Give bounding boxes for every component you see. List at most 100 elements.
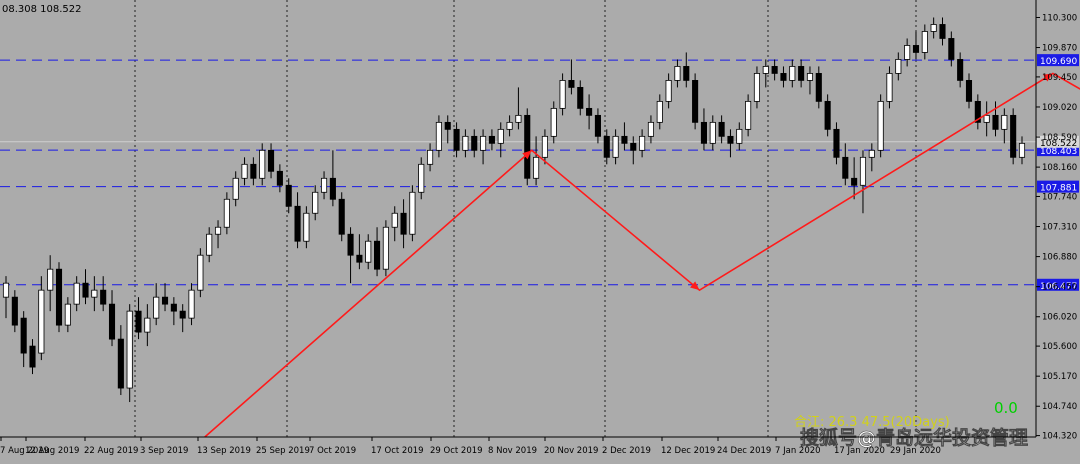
candle-bear	[992, 114, 999, 130]
candle-bear	[329, 177, 336, 200]
candle-bear	[294, 205, 301, 242]
footer-value-text: 0.0	[994, 399, 1018, 417]
candle-bull	[47, 268, 54, 291]
candle-bull	[259, 149, 266, 179]
x-tick-label: 3 Sep 2019	[140, 446, 188, 456]
candle-bull	[144, 317, 151, 333]
x-tick-label: 22 Aug 2019	[84, 446, 138, 456]
candle-bull	[312, 191, 319, 214]
candle-bull	[73, 282, 80, 305]
candle-bear	[912, 45, 920, 53]
candle-bull	[462, 135, 469, 151]
candle-bull	[639, 135, 646, 151]
candle-bear	[100, 289, 107, 305]
candle-bull	[206, 233, 213, 256]
candle-bear	[851, 177, 858, 186]
candle-bear	[833, 128, 840, 158]
candle-bear	[594, 114, 601, 137]
candle-bear	[453, 128, 460, 151]
candle-bear	[400, 212, 407, 235]
candle-bear	[285, 184, 292, 207]
candle-bear	[965, 80, 973, 102]
candle-bull	[391, 212, 398, 228]
candle-bull	[983, 114, 990, 123]
header-price-text: 08.308 108.522	[2, 4, 82, 15]
candle-bear	[700, 121, 707, 144]
candle-bear	[11, 296, 18, 326]
candle-bull	[886, 73, 893, 102]
candle-bull	[559, 80, 566, 109]
candle-bull	[806, 73, 814, 81]
candle-bull	[647, 121, 654, 137]
x-tick-label: 12 Aug 2019	[25, 446, 79, 456]
candle-bull	[409, 191, 416, 235]
candle-bull	[91, 289, 98, 298]
candle-bull	[232, 177, 239, 200]
candle-bear	[1010, 114, 1017, 158]
candle-bull	[895, 59, 902, 74]
candle-bull	[665, 80, 672, 102]
candle-bull	[365, 240, 372, 263]
x-tick-label: 7 Oct 2019	[309, 446, 356, 456]
candle-bull	[64, 303, 71, 326]
candle-bear	[727, 135, 734, 144]
candle-bear	[170, 303, 177, 312]
x-tick-label: 2 Dec 2019	[602, 446, 651, 456]
candle-bull	[2, 282, 10, 298]
chart-container: 109.690 108.403 107.881 106.477 108.522 110.…	[0, 0, 1080, 460]
candle-bear	[771, 66, 778, 74]
x-tick-label: 13 Sep 2019	[197, 446, 251, 456]
candle-bear	[630, 142, 637, 151]
candle-bull	[877, 100, 884, 151]
candle-bull	[515, 114, 522, 123]
candle-bull	[868, 149, 875, 158]
candle-bear	[276, 170, 283, 186]
candle-bear	[718, 121, 725, 137]
candle-bull	[435, 121, 442, 151]
candle-bull	[753, 73, 761, 102]
candle-bear	[117, 338, 124, 389]
y-tick-label: 107.740	[1042, 192, 1077, 202]
candle-bull	[930, 24, 937, 32]
candlestick-chart: 109.690108.403107.881106.477108.522 110.…	[0, 0, 1080, 460]
candle-bull	[38, 289, 45, 354]
candle-bull	[762, 66, 769, 74]
y-tick-label: 106.450	[1042, 283, 1077, 293]
candle-bear	[20, 317, 27, 354]
candle-bull	[480, 135, 487, 151]
candle-bull	[303, 212, 310, 242]
candle-bull	[506, 121, 513, 130]
candle-bear	[577, 87, 584, 109]
candle-bull	[418, 163, 425, 193]
candle-bear	[29, 345, 36, 368]
candle-bear	[780, 73, 787, 81]
candle-bear	[621, 135, 628, 144]
candle-bull	[321, 177, 328, 193]
candle-bear	[524, 114, 531, 179]
level-label: 109.690	[1040, 57, 1077, 67]
x-tick-label: 29 Oct 2019	[430, 446, 483, 456]
candle-bear	[948, 38, 955, 60]
y-tick-label: 109.870	[1042, 44, 1077, 54]
y-tick-label: 109.450	[1042, 73, 1077, 83]
candle-bear	[471, 135, 478, 151]
candle-bear	[374, 240, 381, 270]
x-tick-label: 25 Sep 2019	[256, 446, 310, 456]
candle-bear	[683, 66, 690, 81]
candle-bull	[1001, 114, 1008, 130]
y-tick-label: 105.600	[1042, 342, 1077, 352]
candle-bear	[842, 156, 849, 179]
candle-bear	[338, 198, 345, 235]
candle-bear	[815, 73, 822, 102]
candle-bull	[541, 135, 548, 158]
candle-bull	[223, 198, 230, 228]
candle-bear	[957, 59, 964, 81]
candle-bull	[188, 289, 195, 319]
candle-bear	[488, 135, 495, 144]
y-axis: 110.300 109.870 109.450 109.020 108.590 108.1…	[1036, 13, 1077, 442]
candle-bear	[55, 268, 63, 326]
x-tick-label: 17 Oct 2019	[371, 446, 424, 456]
candle-bear	[135, 310, 142, 333]
candle-bear	[586, 107, 593, 116]
candle-bull	[789, 66, 796, 81]
